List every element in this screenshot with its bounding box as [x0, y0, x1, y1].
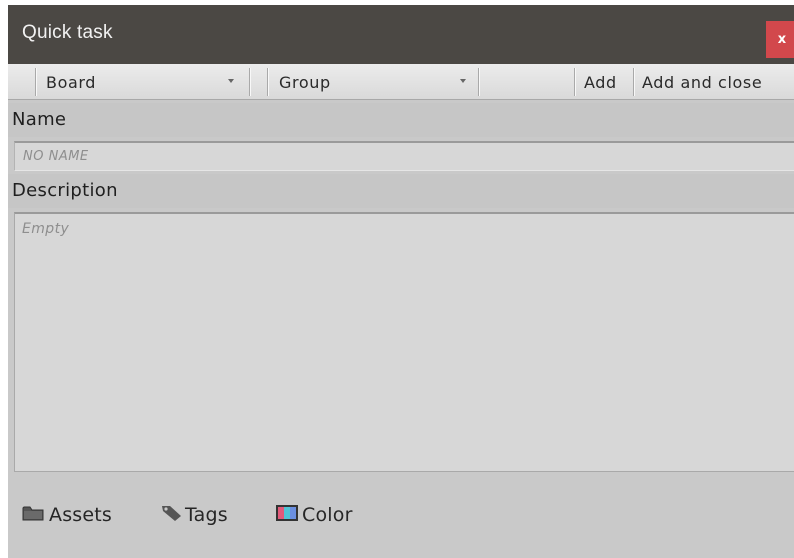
tag-icon [161, 504, 183, 527]
toolbar-separator [249, 68, 250, 96]
board-dropdown[interactable]: Board [36, 64, 249, 100]
name-field[interactable]: NO NAME [14, 141, 794, 171]
assets-button[interactable]: Assets [22, 495, 112, 535]
description-textarea[interactable]: Empty [14, 212, 794, 472]
chevron-down-icon [460, 79, 466, 83]
title-bar[interactable]: Quick task x [8, 5, 794, 64]
toolbar-separator [478, 68, 479, 96]
chevron-down-icon [228, 79, 234, 83]
close-button[interactable]: x [766, 21, 794, 58]
add-and-close-button[interactable]: Add and close [634, 64, 794, 100]
bottom-toolbar: Assets Tags Color [8, 495, 794, 535]
tags-button[interactable]: Tags [161, 495, 228, 535]
name-label: Name [8, 103, 794, 137]
group-dropdown-label: Group [279, 73, 331, 92]
quick-task-window: Quick task x Board Group Add Add and clo… [8, 5, 794, 558]
description-label: Description [8, 174, 794, 208]
color-label: Color [302, 504, 353, 526]
toolbar: Board Group Add Add and close [8, 64, 794, 100]
assets-label: Assets [49, 504, 113, 526]
board-dropdown-label: Board [46, 73, 97, 92]
folder-icon [22, 504, 44, 526]
tags-label: Tags [185, 504, 228, 526]
color-button[interactable]: Color [275, 495, 353, 535]
color-palette-icon [275, 504, 299, 527]
add-button[interactable]: Add [575, 64, 633, 100]
group-dropdown[interactable]: Group [268, 64, 478, 100]
window-title: Quick task [22, 22, 113, 43]
